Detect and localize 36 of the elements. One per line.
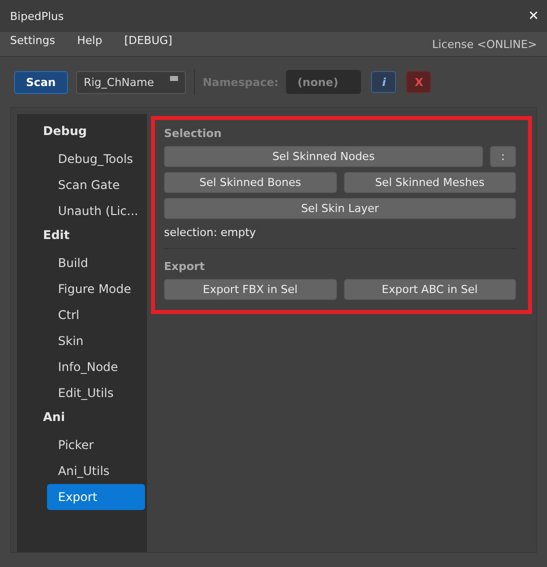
scan-button[interactable]: Scan (14, 70, 68, 94)
sidebar-group: Debug (17, 120, 147, 146)
section-title: Selection (164, 127, 223, 141)
info-button[interactable]: i (371, 71, 396, 93)
action-button[interactable]: Sel Skinned Bones (164, 172, 336, 193)
menu-item[interactable]: [DEBUG] (124, 32, 172, 47)
sidebar-item[interactable]: Edit_Utils (17, 380, 147, 406)
sidebar-item[interactable]: Figure Mode (17, 276, 147, 302)
rig-name-field[interactable]: Rig_ChName (76, 70, 186, 94)
menu-item[interactable]: Help (77, 32, 102, 47)
license-status: License <ONLINE> (432, 37, 537, 51)
action-button[interactable]: Sel Skinned Nodes (164, 146, 483, 167)
selection-status: selection: empty (164, 225, 257, 241)
section-title: Export (164, 260, 206, 274)
sidebar-group: Ani (17, 406, 147, 432)
action-button[interactable]: Export ABC in Sel (344, 279, 516, 300)
sidebar-item[interactable]: Picker (17, 432, 147, 458)
namespace-field[interactable]: (none) (286, 70, 362, 94)
sidebar-item[interactable]: Export (47, 484, 145, 510)
sidebar-item[interactable]: Ani_Utils (17, 458, 147, 484)
sidebar-group: Edit (17, 224, 147, 250)
sidebar-item[interactable]: Build (17, 250, 147, 276)
menu-item[interactable]: Settings (10, 32, 56, 47)
action-button[interactable]: : (490, 146, 516, 167)
sidebar-item[interactable]: Debug_Tools (17, 146, 147, 172)
sidebar-item[interactable]: Skin (17, 328, 147, 354)
sidebar-item[interactable]: Ctrl (17, 302, 147, 328)
close-button[interactable]: ✕ (528, 8, 539, 24)
action-button[interactable]: Sel Skinned Meshes (344, 172, 516, 193)
action-button[interactable]: Sel Skin Layer (164, 198, 516, 219)
sidebar-item[interactable]: Info_Node (17, 354, 147, 380)
action-button[interactable]: Export FBX in Sel (164, 279, 336, 300)
sidebar-item[interactable]: Unauth (Lic... (17, 198, 147, 224)
dropdown-icon (170, 76, 178, 80)
window-title: BipedPlus (10, 10, 64, 22)
sidebar-item[interactable]: Scan Gate (17, 172, 147, 198)
